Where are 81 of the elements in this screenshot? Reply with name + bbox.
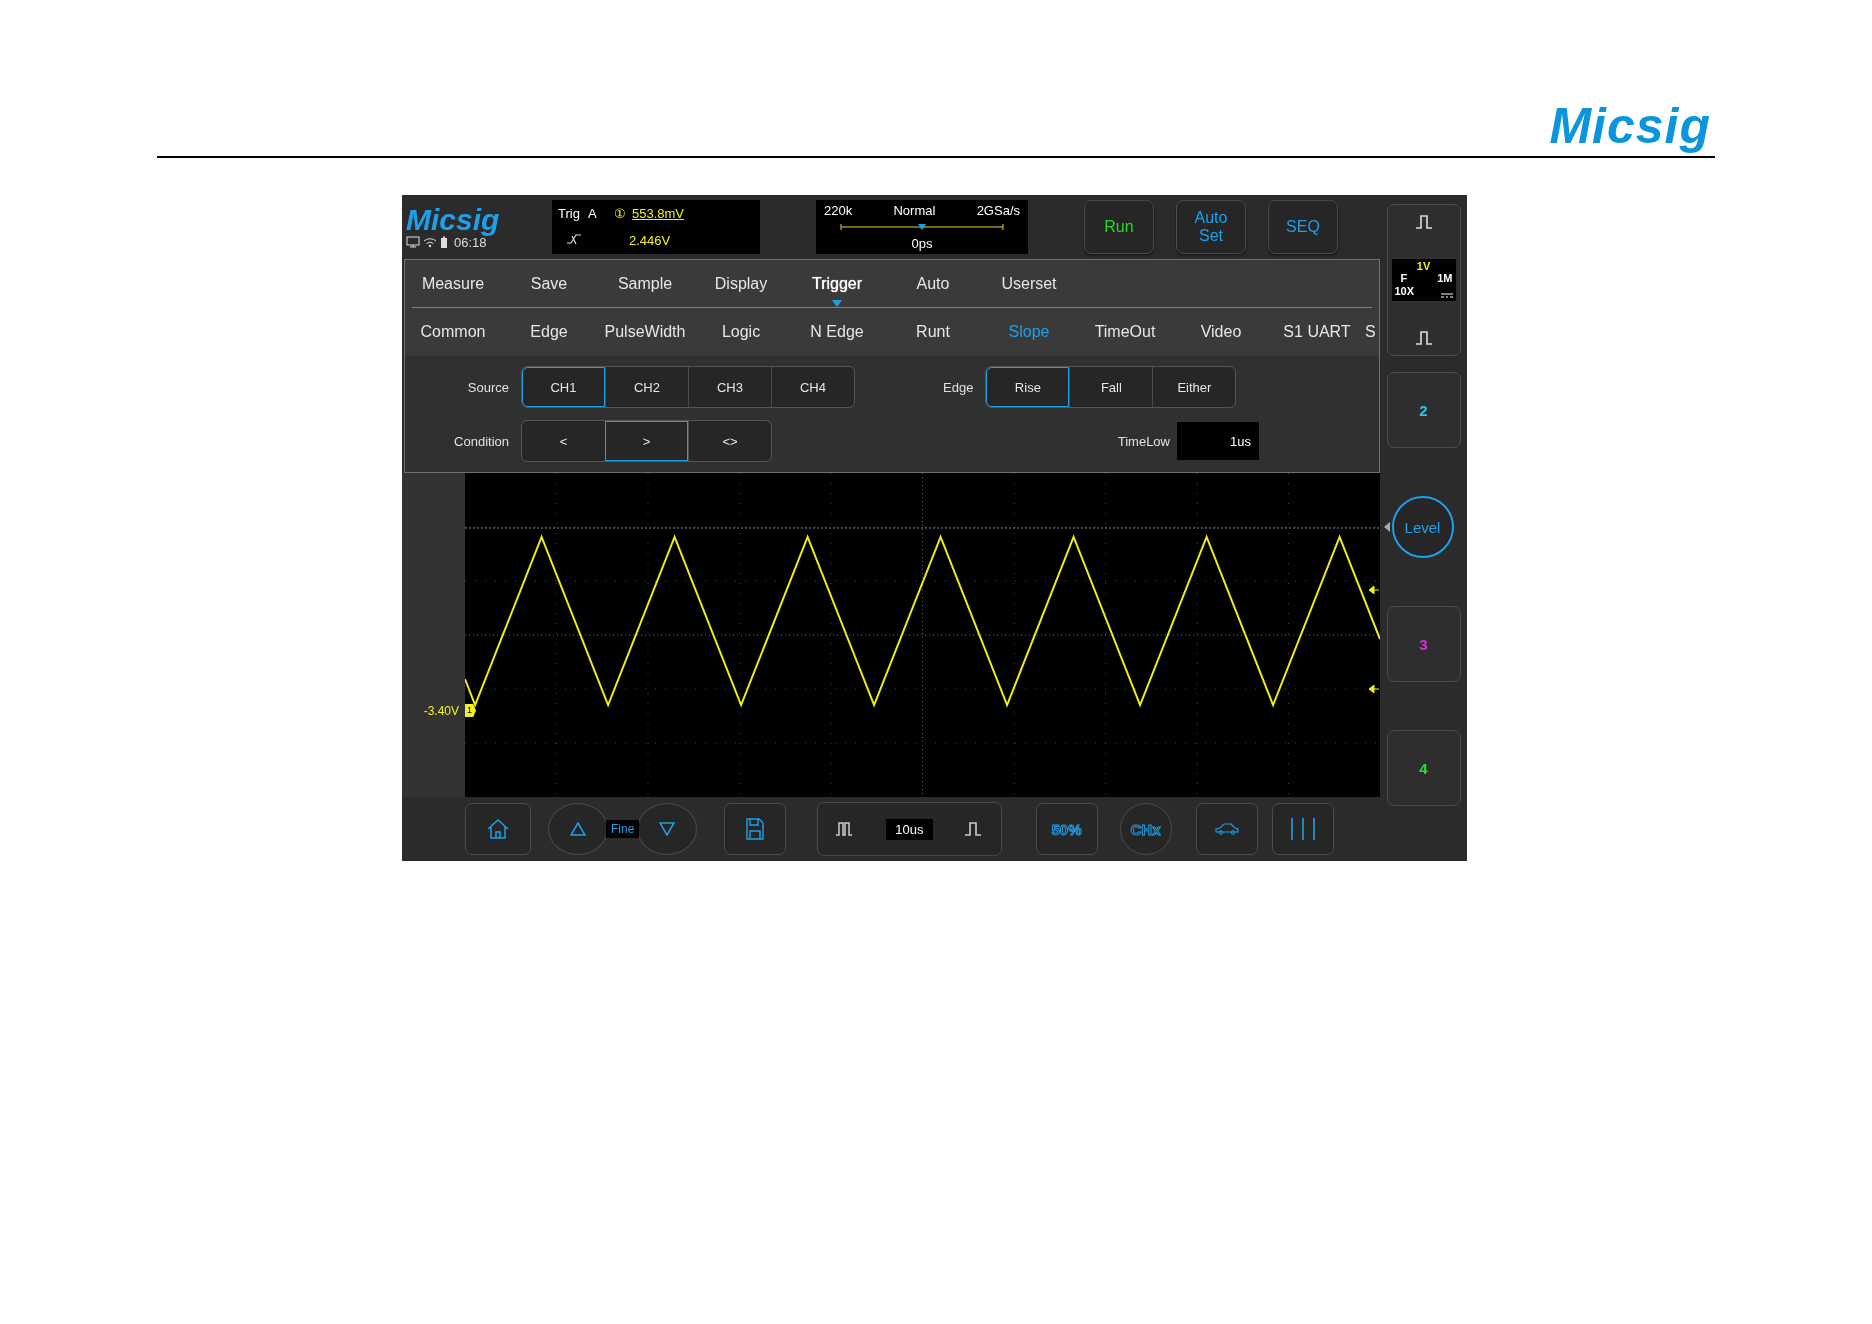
car-icon <box>1214 823 1239 835</box>
trigger-type-tab[interactable]: Runt <box>885 308 981 356</box>
channel-button[interactable]: 4 <box>1386 730 1461 806</box>
slope-icon <box>566 233 582 245</box>
action-button[interactable]: Run <box>1084 200 1154 254</box>
brand-logo: Micsig <box>1549 100 1711 156</box>
trigger-type-tab[interactable]: TimeOut <box>1077 308 1173 356</box>
trigger-type-tab[interactable]: Video <box>1173 308 1269 356</box>
field-label: Source <box>466 379 509 395</box>
cursor-button[interactable] <box>1271 803 1334 855</box>
pulse-icon <box>1414 215 1433 229</box>
option-button[interactable]: Fall <box>1069 367 1153 407</box>
field-label: TimeLow <box>1117 433 1170 449</box>
position-indicator-icon <box>840 223 1004 231</box>
trigger-type-tab[interactable]: Edge <box>501 308 597 356</box>
time-low-field[interactable]: 1us <box>1177 422 1259 460</box>
scale-value: 1V <box>1415 260 1432 273</box>
home-button[interactable] <box>465 803 531 855</box>
trigger-type-tab[interactable]: S1 UART <box>1269 308 1365 356</box>
option-button[interactable]: CH4 <box>771 367 854 407</box>
triangle-left-icon <box>1383 522 1390 532</box>
channel-offset-label: -3.40V <box>423 704 459 718</box>
option-button[interactable]: > <box>605 421 688 461</box>
monitor-icon <box>406 236 420 248</box>
trigger-type-tab[interactable]: S <box>1365 308 1379 356</box>
level-button[interactable]: Level <box>1391 496 1454 558</box>
battery-icon <box>440 235 448 249</box>
voltage-value: 2.446V <box>629 233 671 248</box>
vertical-lines-icon <box>1289 817 1316 841</box>
pulse-icon <box>1414 331 1433 345</box>
channel-marker[interactable]: 1 <box>465 704 476 717</box>
action-button[interactable]: Auto Set <box>1176 200 1246 254</box>
triangle-down-icon <box>659 822 676 836</box>
menu-tab[interactable]: Display <box>693 260 789 307</box>
field-label: Condition <box>453 433 509 449</box>
fine-label: Fine <box>606 820 640 838</box>
menu-tab[interactable]: Userset <box>981 260 1077 307</box>
option-button[interactable]: <> <box>688 421 771 461</box>
menu-tab[interactable]: Sample <box>597 260 693 307</box>
brand-logo: Micsig <box>406 204 501 235</box>
option-button[interactable]: CH1 <box>522 367 605 407</box>
triangle-up-icon <box>570 822 586 836</box>
menu-tab[interactable]: Trigger <box>789 260 885 307</box>
trigger-type-tab[interactable]: N Edge <box>789 308 885 356</box>
wifi-icon <box>423 236 437 248</box>
option-button[interactable]: CH3 <box>688 367 771 407</box>
channel-one-card[interactable]: 1V F 1M 10X <box>1386 204 1461 356</box>
memory-depth: 220k <box>824 203 853 218</box>
home-icon <box>487 819 509 839</box>
trigger-level-value: 553.8mV <box>632 206 685 221</box>
option-button[interactable]: CH2 <box>605 367 688 407</box>
probe-value: 10X <box>1394 284 1416 299</box>
save-button[interactable] <box>724 803 787 855</box>
menu-tab[interactable]: Save <box>501 260 597 307</box>
timebase-value: 10us <box>886 818 933 840</box>
trigger-type-tab[interactable]: Logic <box>693 308 789 356</box>
menu-tab[interactable]: Measure <box>405 260 501 307</box>
channel-button[interactable]: 3 <box>1386 606 1461 682</box>
trigger-type-tab[interactable]: Common <box>405 308 501 356</box>
option-button[interactable]: Either <box>1152 367 1236 407</box>
trigger-label: Trig <box>558 206 580 221</box>
menu-tab[interactable]: Auto <box>885 260 981 307</box>
trigger-type-tab[interactable]: Slope <box>981 308 1077 356</box>
trigger-source: A <box>587 206 597 221</box>
car-button[interactable] <box>1195 803 1258 855</box>
action-button[interactable]: SEQ <box>1268 200 1338 254</box>
sample-rate: 2GSa/s <box>976 203 1020 218</box>
level-arrow-icon <box>1369 586 1379 594</box>
delay-value: 0ps <box>911 236 933 251</box>
impedance-value: 1M <box>1436 272 1453 285</box>
option-button[interactable]: < <box>522 421 605 461</box>
pulse-icon <box>963 822 982 836</box>
dc-coupling-icon <box>1440 292 1453 298</box>
level-arrow-icon <box>1369 685 1379 693</box>
channel-indicator: ① <box>614 206 626 221</box>
field-label: Edge <box>943 379 974 395</box>
option-button[interactable]: Rise <box>986 367 1070 407</box>
trigger-type-tab[interactable]: PulseWidth <box>597 308 693 356</box>
filter-value: F <box>1399 272 1409 285</box>
acquire-mode: Normal <box>893 203 936 218</box>
channel-button[interactable]: 2 <box>1386 372 1461 448</box>
